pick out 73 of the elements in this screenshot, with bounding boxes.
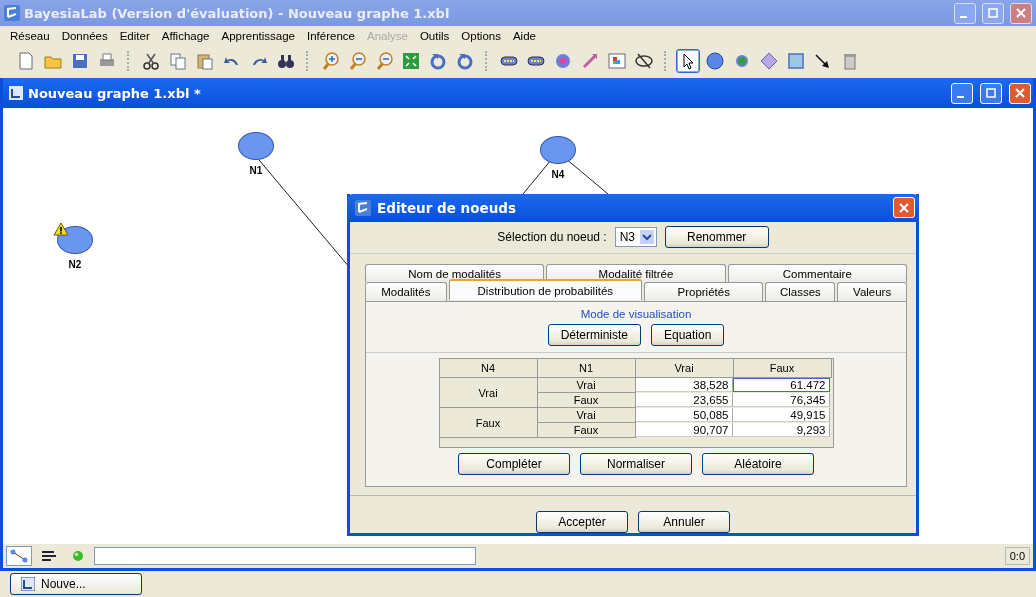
menu-item[interactable]: Editer	[113, 30, 156, 42]
maximize-icon	[988, 8, 998, 18]
mode-button[interactable]: Equation	[651, 324, 725, 346]
minimize-button[interactable]	[954, 2, 976, 24]
menu-item[interactable]: Données	[55, 30, 114, 42]
node-label: N1	[249, 165, 263, 176]
table-cell[interactable]: 90,707	[635, 423, 733, 437]
node-selection-label: Sélection du noeud :	[497, 230, 607, 245]
app-icon	[355, 199, 371, 216]
node-dropdown[interactable]: N3	[614, 227, 657, 248]
table-cell[interactable]: 61.472	[732, 378, 830, 392]
menu-item[interactable]: Inférence	[301, 30, 361, 42]
node-circle[interactable]	[238, 132, 274, 160]
table-cell[interactable]: 38,528	[635, 378, 733, 392]
action-button[interactable]: Normaliser	[580, 453, 692, 475]
minimize-icon	[957, 96, 964, 98]
close-icon	[1016, 8, 1026, 18]
tab[interactable]: Valeurs	[837, 282, 907, 301]
taskbar-button[interactable]: Nouve...	[10, 573, 142, 595]
row-header: Vrai	[537, 378, 636, 393]
table-cell[interactable]: 49,915	[732, 408, 830, 422]
column-header: N1	[537, 359, 636, 378]
menu-item[interactable]: Apprentissage	[215, 30, 301, 42]
tab[interactable]: Classes	[765, 282, 836, 301]
close-icon	[899, 202, 909, 213]
status-reading: 0:0	[1004, 547, 1030, 565]
menu-item[interactable]: Options	[455, 30, 507, 42]
close-button[interactable]	[1010, 2, 1032, 24]
menu-item[interactable]: Affichage	[155, 30, 216, 42]
menu-item[interactable]: Réseau	[4, 30, 56, 42]
tab[interactable]: Distribution de probabilités	[448, 279, 642, 300]
row-header: Vrai	[439, 378, 538, 408]
node-circle[interactable]	[57, 226, 93, 254]
row-header: Vrai	[537, 408, 636, 423]
mode-button[interactable]: Déterministe	[547, 324, 641, 346]
tab[interactable]: Modalités	[365, 282, 447, 301]
document-title: Nouveau graphe 1.xbl *	[28, 85, 201, 101]
table-cell[interactable]: 50,085	[635, 408, 733, 422]
row-header: Faux	[439, 408, 538, 438]
node-label: N4	[551, 169, 565, 180]
table-cell[interactable]: 23,655	[635, 393, 733, 407]
tab[interactable]: Commentaire	[727, 264, 907, 282]
edge-line	[522, 159, 552, 195]
close-icon	[1015, 88, 1025, 98]
maximize-icon	[986, 88, 996, 98]
menu-item[interactable]: Outils	[413, 30, 456, 42]
tab[interactable]: Modalité filtrée	[546, 264, 726, 282]
document-icon	[9, 86, 23, 100]
section-title: Mode de visualisation	[580, 308, 692, 320]
action-button[interactable]: Aléatoire	[702, 453, 814, 475]
pointer-tool-icon[interactable]	[676, 49, 700, 73]
window-title: BayesiaLab (Version d'évaluation) - Nouveau graphe 1.xbl	[24, 5, 450, 21]
document-icon	[21, 577, 35, 591]
dialog-button[interactable]: Annuler	[638, 511, 730, 533]
tab[interactable]: Nom de modalités	[365, 264, 545, 282]
row-header: Faux	[537, 423, 636, 438]
node-tool-icon[interactable]	[703, 49, 727, 73]
table-cell[interactable]: 9,293	[732, 423, 830, 437]
table-cell[interactable]: 76,345	[732, 393, 830, 407]
tab[interactable]: Propriétés	[643, 282, 764, 301]
rename-button[interactable]: Renommer	[664, 226, 769, 249]
minimize-icon	[960, 16, 967, 18]
node-circle[interactable]	[540, 136, 576, 164]
app-icon	[4, 5, 20, 21]
dialog-button[interactable]: Accepter	[536, 511, 628, 533]
maximize-button[interactable]	[982, 2, 1004, 24]
action-button[interactable]: Compléter	[458, 453, 570, 475]
row-header: Faux	[537, 393, 636, 408]
node-label: N2	[68, 259, 82, 270]
dialog-title: Editeur de noeuds	[377, 199, 516, 216]
column-header: N4	[439, 359, 538, 378]
status-light-icon	[72, 550, 84, 562]
menu-item[interactable]: Aide	[506, 30, 542, 42]
